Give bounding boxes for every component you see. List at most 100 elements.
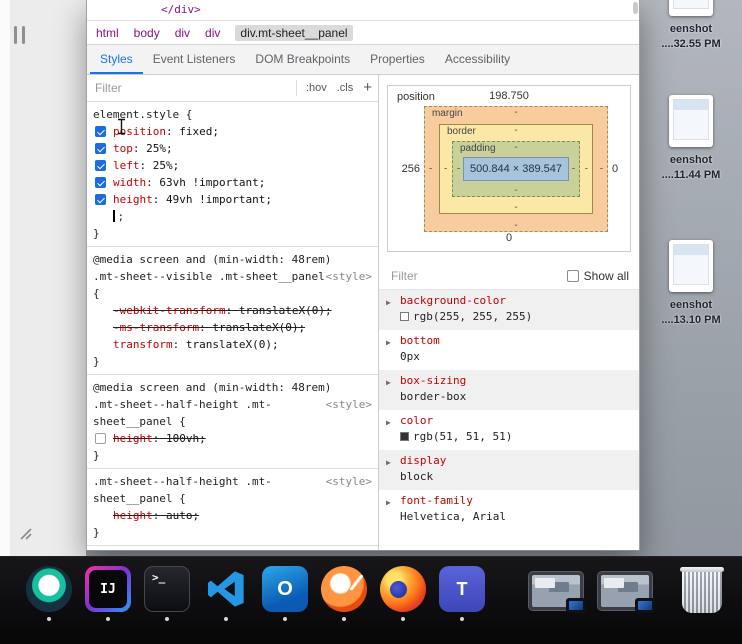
rule-selector[interactable]: .mt-sheet--visible .mt-sheet__panel {	[93, 268, 326, 302]
box-model-dash[interactable]: -	[457, 164, 460, 175]
css-property-name[interactable]: -ms-transform	[113, 321, 212, 334]
css-property-name[interactable]: height	[113, 432, 166, 445]
css-property-name[interactable]: top	[113, 142, 146, 155]
box-model-dash[interactable]: -	[514, 202, 517, 213]
dock-item-intellij[interactable]: IJ	[85, 566, 131, 621]
css-declaration[interactable]: -ms-transformtranslateX(0)	[93, 319, 372, 336]
css-property-name[interactable]: left	[113, 159, 153, 172]
css-property-name[interactable]: transform	[113, 338, 186, 351]
media-query[interactable]: @media screen and (min-width: 48rem)	[93, 379, 372, 396]
css-property-value[interactable]: 63vh !important	[159, 176, 265, 189]
tab-accessibility[interactable]: Accessibility	[435, 45, 520, 74]
box-model-dash[interactable]: -	[585, 164, 588, 175]
disclosure-triangle-icon[interactable]	[386, 295, 391, 308]
declaration-checkbox[interactable]	[95, 194, 106, 205]
declaration-checkbox[interactable]	[95, 160, 106, 171]
dock-item-terminal[interactable]: >_	[144, 566, 190, 621]
new-property-editor[interactable]: ;	[93, 208, 372, 225]
desktop-file[interactable]: eenshot ....32.55 PM	[640, 0, 742, 52]
dock-item-firefox[interactable]	[380, 566, 426, 621]
disclosure-triangle-icon[interactable]	[386, 375, 391, 388]
dock-item-trash[interactable]	[680, 566, 724, 613]
css-property-value[interactable]: 25%	[153, 159, 180, 172]
css-property-value[interactable]: 49vh !important	[166, 193, 272, 206]
tab-properties[interactable]: Properties	[360, 45, 435, 74]
computed-property-row[interactable]: box-sizing border-box	[379, 370, 639, 410]
toggle-pseudo-state-button[interactable]: :hov	[306, 82, 327, 94]
show-all-checkbox[interactable]	[566, 269, 579, 282]
css-property-value[interactable]: translateX(0)	[239, 304, 332, 317]
position-left-value[interactable]: 256	[396, 163, 424, 175]
dom-tree-line[interactable]: </div>	[161, 3, 201, 16]
computed-property-row[interactable]: bottom 0px	[379, 330, 639, 370]
margin-box[interactable]: margin - - - - border - - - - padding - …	[423, 106, 609, 232]
box-model-dash[interactable]: -	[514, 142, 517, 153]
styles-filter-input[interactable]	[93, 80, 296, 96]
breadcrumb-item-selected[interactable]: div.mt-sheet__panel	[235, 24, 353, 41]
declaration-checkbox[interactable]	[95, 433, 106, 444]
css-property-name[interactable]: width	[113, 176, 159, 189]
dock-item-teams[interactable]: T	[439, 566, 485, 621]
tab-event-listeners[interactable]: Event Listeners	[143, 45, 246, 74]
css-declaration[interactable]: height49vh !important	[93, 191, 372, 208]
position-bottom-value[interactable]: 0	[506, 232, 512, 244]
computed-property-name[interactable]: color	[400, 414, 631, 427]
disclosure-triangle-icon[interactable]	[386, 455, 391, 468]
new-style-rule-button[interactable]: +	[363, 79, 372, 96]
disclosure-triangle-icon[interactable]	[386, 335, 391, 348]
dock-item-minimized-window-1[interactable]	[528, 566, 586, 613]
css-property-name[interactable]: -webkit-transform	[113, 304, 239, 317]
css-declaration[interactable]: -webkit-transformtranslateX(0)	[93, 302, 372, 319]
computed-filter-input[interactable]	[389, 267, 561, 284]
rule-selector[interactable]: .mt-sheet--half-height .mt-sheet__panel …	[93, 396, 326, 430]
toggle-element-class-button[interactable]: .cls	[337, 82, 354, 94]
css-declaration[interactable]: height100vh	[93, 430, 372, 447]
computed-property-name[interactable]: font-family	[400, 494, 631, 507]
desktop-file[interactable]: eenshot ....11.44 PM	[640, 95, 742, 183]
css-property-value[interactable]: translateX(0)	[212, 321, 305, 334]
css-property-value[interactable]: fixed	[179, 125, 219, 138]
breadcrumb-item-html[interactable]: html	[96, 26, 119, 40]
tab-styles[interactable]: Styles	[90, 45, 143, 74]
dock-item-vscode[interactable]	[203, 566, 249, 621]
breadcrumb-item-body[interactable]: body	[134, 26, 160, 40]
padding-box[interactable]: padding - - - - 500.844 × 389.547	[451, 141, 581, 197]
position-right-value[interactable]: 0	[608, 163, 622, 175]
box-model-dash[interactable]: -	[514, 220, 517, 231]
window-grip-handle[interactable]	[14, 26, 25, 44]
box-model-dash[interactable]: -	[572, 164, 575, 175]
computed-property-name[interactable]: box-sizing	[400, 374, 631, 387]
scrollbar-thumb[interactable]	[633, 2, 638, 14]
css-property-name[interactable]: height	[113, 193, 166, 206]
rule-selector[interactable]: element.style {	[93, 106, 372, 123]
disclosure-triangle-icon[interactable]	[386, 415, 391, 428]
computed-property-row[interactable]: display block	[379, 450, 639, 490]
declaration-checkbox[interactable]	[95, 126, 106, 137]
css-declaration[interactable]: transformtranslateX(0)	[93, 336, 372, 353]
box-model-dash[interactable]: -	[514, 107, 517, 118]
show-all-toggle[interactable]: Show all	[566, 269, 629, 283]
resize-handle-icon[interactable]	[18, 526, 34, 542]
box-model-dash[interactable]: -	[600, 164, 603, 175]
declaration-checkbox[interactable]	[95, 177, 106, 188]
style-origin-link[interactable]: <style>	[326, 473, 372, 490]
computed-property-row[interactable]: font-family Helvetica, Arial	[379, 490, 639, 530]
rule-selector[interactable]: .mt-sheet--half-height .mt-sheet__panel …	[93, 473, 326, 507]
breadcrumb-item-div[interactable]: div	[205, 26, 220, 40]
computed-property-name[interactable]: background-color	[400, 294, 631, 307]
media-query[interactable]: @media screen and (min-width: 48rem)	[93, 251, 372, 268]
desktop-file[interactable]: eenshot ....13.10 PM	[640, 240, 742, 328]
dock-item-pen-app[interactable]	[321, 566, 367, 621]
css-property-value[interactable]: translateX(0)	[186, 338, 279, 351]
content-box[interactable]: 500.844 × 389.547	[462, 157, 570, 181]
css-property-value[interactable]: 100vh	[166, 432, 206, 445]
box-model-dash[interactable]: -	[514, 185, 517, 196]
style-origin-link[interactable]: <style>	[326, 396, 372, 413]
css-property-name[interactable]: height	[113, 509, 166, 522]
disclosure-triangle-icon[interactable]	[386, 495, 391, 508]
box-model-dash[interactable]: -	[514, 125, 517, 136]
dock-item-minimized-window-2[interactable]	[597, 566, 655, 613]
css-property-value[interactable]: auto	[166, 509, 199, 522]
tab-dom-breakpoints[interactable]: DOM Breakpoints	[245, 45, 360, 74]
css-property-value[interactable]: 25%	[146, 142, 173, 155]
